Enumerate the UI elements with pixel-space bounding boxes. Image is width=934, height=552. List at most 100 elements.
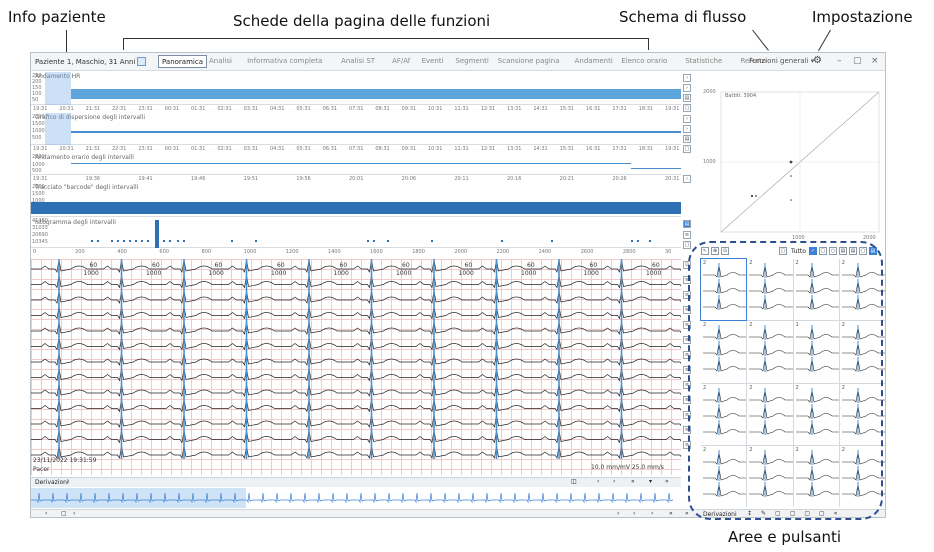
next-page-icon[interactable]: › (613, 478, 615, 485)
zoom-icon[interactable]: ⊙ (683, 261, 691, 269)
gear-icon[interactable]: ⚙ (813, 55, 822, 66)
tab-1[interactable]: Analisi (209, 57, 232, 65)
tab-8[interactable]: Andamenti (575, 57, 613, 65)
beat-template-cell[interactable]: 2 (793, 383, 839, 445)
tab-2[interactable]: Informativa completa (247, 57, 322, 65)
copy-icon[interactable]: ▢ (683, 241, 691, 249)
chat-icon[interactable]: ▢ (61, 510, 67, 517)
select-icon[interactable]: ↖ (701, 247, 709, 255)
beat-template-cell[interactable]: 2 (839, 445, 885, 507)
list-icon[interactable]: ≡ (683, 321, 691, 329)
beat-template-cell[interactable]: 1 (793, 321, 839, 383)
list-icon[interactable]: ≡ (683, 231, 691, 239)
beat-template-cell[interactable]: 2 (699, 257, 748, 322)
fast-forward-icon[interactable]: » (665, 478, 669, 485)
beat-template-cell[interactable]: 2 (747, 321, 793, 383)
fast-forward-icon[interactable]: » (685, 510, 689, 517)
list-icon[interactable]: ≡ (683, 426, 691, 434)
beat-template-cell[interactable]: 2 (839, 321, 885, 383)
chevron-right-icon[interactable]: › (651, 510, 653, 517)
beat-template-cell[interactable]: 2 (701, 445, 747, 507)
list-icon[interactable]: ≡ (683, 381, 691, 389)
list-icon[interactable]: ≡ (683, 441, 691, 449)
axis-tick-label: 20:26 (612, 176, 627, 182)
tab-6[interactable]: Segmenti (455, 57, 488, 65)
tab-5[interactable]: Eventi (422, 57, 444, 65)
chevron-left-icon[interactable]: ‹ (633, 510, 635, 517)
chevron-right-icon[interactable]: › (617, 510, 619, 517)
filter-s-icon[interactable]: ▤ (839, 247, 847, 255)
camera-icon[interactable]: ◫ (571, 478, 577, 485)
copy-icon[interactable]: ▢ (683, 104, 691, 112)
copy-icon[interactable]: ▢ (683, 145, 691, 153)
panel-footer-icons[interactable]: ↕✎▢▢▢▢« (747, 510, 846, 517)
beat-template-cell[interactable]: 2 (793, 445, 839, 507)
ecg-strip-view[interactable]: 60 1000 60 1000 60 1000 60 1000 60 1000 60 1000 60 10… (31, 259, 714, 475)
beat-template-cell[interactable]: 2 (747, 383, 793, 445)
export-icon[interactable]: ▤ (683, 135, 691, 143)
axis-tick-label: 2800 (622, 249, 636, 255)
chevron-right-icon[interactable]: › (683, 125, 691, 133)
list-icon[interactable]: ≡ (683, 411, 691, 419)
hr-trend-panel[interactable]: Andamento HR 250 200 150 100 50 (31, 72, 681, 105)
chevron-left-icon[interactable]: ‹ (683, 115, 691, 123)
derivations-select[interactable]: Derivazioni (35, 479, 69, 486)
list-icon[interactable]: ≡ (683, 396, 691, 404)
axis-tick-label: 2000 (454, 249, 468, 255)
tab-7[interactable]: Scansione pagina (498, 57, 560, 65)
filter-a-icon[interactable]: ▢ (859, 247, 867, 255)
tab-3[interactable]: Analisi ST (341, 57, 375, 65)
down-icon[interactable]: ▾ (649, 478, 652, 485)
chevron-left-icon[interactable]: ‹ (73, 510, 75, 517)
filter-all-label[interactable]: Tutto (791, 248, 806, 255)
chevron-left-icon[interactable]: ‹ (683, 74, 691, 82)
list-icon[interactable]: ≡ (683, 351, 691, 359)
chevron-down-icon[interactable]: ‹ (67, 478, 69, 485)
list-icon[interactable]: ≡ (683, 306, 691, 314)
chevron-right-icon[interactable]: › (683, 84, 691, 92)
rewind-icon[interactable]: « (631, 478, 635, 485)
filter-p-icon[interactable]: ▤ (849, 247, 857, 255)
interval-hourly-trend[interactable]: Andamento orario degli intervalli 2000 1… (31, 153, 681, 175)
beat-template-cell[interactable]: 2 (839, 259, 885, 321)
overview-strip[interactable] (31, 488, 681, 508)
tab-4[interactable]: AF/Af (392, 57, 410, 65)
tab-10[interactable]: Statistiche (685, 57, 722, 65)
chevron-left-icon[interactable]: ‹ (45, 510, 47, 517)
maximize-button[interactable]: ▢ (853, 56, 862, 66)
beat-template-cell[interactable]: 2 (701, 383, 747, 445)
list-icon[interactable]: ≡ (683, 291, 691, 299)
rr-scatter-plot[interactable]: Battiti: 3904 2000 1000 1000 2000 (699, 72, 885, 244)
save-icon[interactable] (137, 57, 146, 66)
interval-histogram[interactable]: Istogramma degli intervalli 41380 31035 … (31, 218, 681, 248)
interval-scatter-trend[interactable]: Grafico di dispersione degli intervalli … (31, 113, 681, 145)
filter-n-icon[interactable]: ▢ (819, 247, 827, 255)
window-icon[interactable]: ▢ (779, 247, 787, 255)
panel-derivations[interactable]: Derivazioni (703, 511, 737, 517)
beat-template-cell[interactable]: 2 (747, 259, 793, 321)
flow-select[interactable]: Funzioni generali ▾ (749, 57, 814, 65)
minimize-button[interactable]: – (837, 56, 842, 66)
close-button[interactable]: × (871, 56, 879, 66)
rewind-icon[interactable]: « (669, 510, 673, 517)
list-icon[interactable]: ≡ (683, 336, 691, 344)
prev-page-icon[interactable]: ‹ (597, 478, 599, 485)
merge-icon[interactable]: ⊕ (711, 247, 719, 255)
tab-0[interactable]: Panoramica (158, 55, 207, 68)
rr-bpm-label: 60 (402, 262, 410, 269)
zoom-icon[interactable]: ⊙ (721, 247, 729, 255)
tab-9[interactable]: Elenco orario (621, 57, 667, 65)
filter-x-icon[interactable]: ▤ (869, 247, 877, 255)
chevron-left-icon[interactable]: ‹ (683, 175, 691, 183)
beat-template-cell[interactable]: 2 (793, 259, 839, 321)
export-icon[interactable]: ▤ (683, 220, 691, 228)
export-icon[interactable]: ▤ (683, 94, 691, 102)
list-icon[interactable]: ≡ (683, 366, 691, 374)
beat-template-cell[interactable]: 2 (701, 321, 747, 383)
list-icon[interactable]: ≡ (683, 276, 691, 284)
beat-template-cell[interactable]: 2 (839, 383, 885, 445)
filter-v-icon[interactable]: ○ (829, 247, 837, 255)
interval-barcode-trend[interactable]: Tracciato "barcode" degli intervalli 200… (31, 183, 681, 217)
beat-template-cell[interactable]: 2 (747, 445, 793, 507)
filter-all-icon[interactable]: ✓ (809, 247, 817, 255)
